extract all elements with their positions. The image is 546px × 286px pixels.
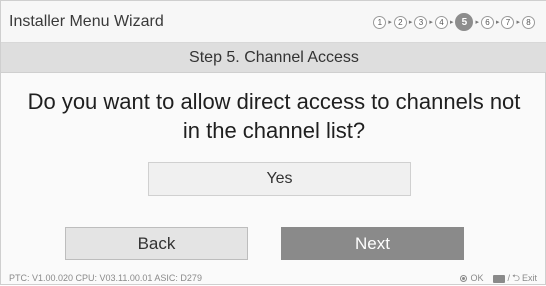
back-arrow-icon: ⮌: [511, 273, 520, 284]
step-arrow-icon: ▸: [408, 19, 413, 26]
step-arrow-icon: ▸: [516, 19, 520, 26]
app-title: Installer Menu Wizard: [9, 13, 164, 30]
step-arrow-icon: ▸: [388, 19, 392, 26]
step-indicator-3: 3: [414, 15, 428, 29]
title-bar: Installer Menu Wizard 1 ▸ 2 ▸ 3 ▸ 4 ▸ 5 ▸ 6 ▸ 7 ▸ 8: [1, 1, 546, 43]
question-text: Do you want to allow direct access to ch…: [27, 89, 521, 143]
step-indicator-8: 8: [522, 15, 535, 29]
step-indicator-7: 7: [501, 15, 515, 29]
footer: PTC: V1.00.020 CPU: V03.11.00.01 ASIC: D…: [1, 271, 546, 286]
step-progress: 1 ▸ 2 ▸ 3 ▸ 4 ▸ 5 ▸ 6 ▸ 7 ▸ 8: [373, 12, 535, 32]
step-indicator-6: 6: [480, 15, 494, 29]
step-indicator-5-active: 5: [455, 13, 474, 31]
step-arrow-icon: ▸: [495, 19, 500, 26]
ok-button-icon: [460, 275, 468, 282]
step-indicator-1: 1: [373, 15, 387, 29]
hint-separator: /: [507, 273, 510, 283]
ok-hint-label: OK: [470, 273, 484, 283]
step-indicator-4: 4: [434, 15, 448, 29]
back-button[interactable]: Back: [65, 227, 248, 260]
next-button[interactable]: Next: [281, 227, 464, 260]
installer-window: Installer Menu Wizard 1 ▸ 2 ▸ 3 ▸ 4 ▸ 5 ▸ 6 ▸ 7 ▸ 8 St…: [0, 0, 546, 285]
yes-option[interactable]: Yes: [148, 162, 411, 196]
step-arrow-icon: ▸: [475, 19, 479, 26]
step-arrow-icon: ▸: [449, 19, 454, 26]
step-title: Step 5. Channel Access: [1, 43, 546, 73]
menu-key-icon: [493, 274, 506, 283]
exit-hint-label: Exit: [521, 273, 537, 283]
version-info: PTC: V1.00.020 CPU: V03.11.00.01 ASIC: D…: [9, 273, 202, 283]
step-arrow-icon: ▸: [429, 19, 433, 26]
key-hints: OK / ⮌ Exit: [460, 271, 537, 286]
step-indicator-2: 2: [393, 15, 407, 29]
